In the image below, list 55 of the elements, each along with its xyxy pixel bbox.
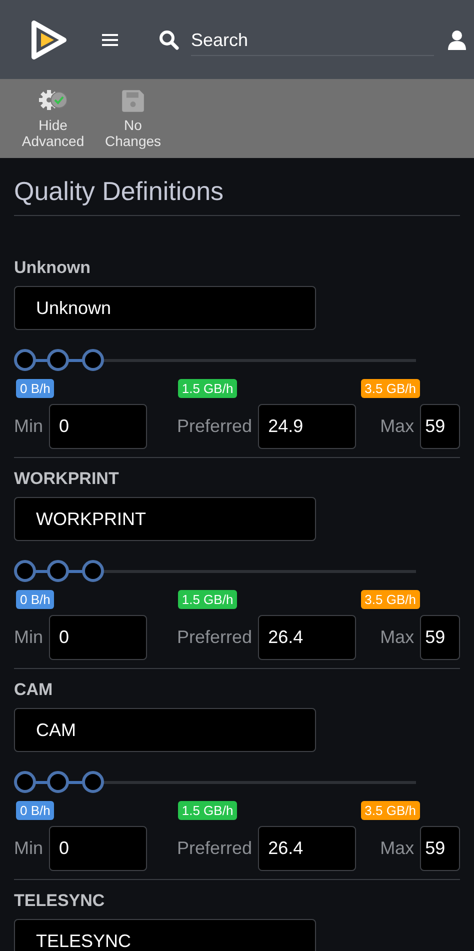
slider-thumb[interactable] (47, 771, 70, 793)
size-label: 0 B/h (16, 590, 54, 609)
slider-thumb[interactable] (14, 560, 36, 582)
min-field[interactable]: 0 (49, 404, 148, 449)
quality-name: WORKPRINT (14, 469, 120, 489)
field-label: Max (380, 627, 414, 648)
field-label: Max (380, 838, 414, 859)
slider-thumb[interactable] (47, 349, 70, 371)
advanced-button[interactable]: Hide Advanced (18, 89, 88, 149)
quality-name: CAM (14, 680, 54, 700)
min-field[interactable]: 0 (49, 615, 148, 660)
gear-check-icon[interactable] (39, 89, 67, 113)
slider-thumb[interactable] (82, 560, 104, 582)
preferred-field[interactable]: 26.4 (258, 615, 356, 660)
field-label: Min (14, 416, 44, 437)
slider-thumb[interactable] (82, 349, 104, 371)
size-label: 3.5 GB/h (360, 801, 420, 820)
min-field[interactable]: 0 (49, 826, 148, 871)
field-label: Preferred (177, 416, 252, 437)
user-icon[interactable] (448, 30, 466, 50)
field-label: Min (14, 838, 44, 859)
size-label: 3.5 GB/h (360, 379, 420, 398)
preferred-field[interactable]: 26.4 (258, 826, 356, 871)
size-label: 1.5 GB/h (178, 590, 238, 609)
slider-thumb[interactable] (14, 771, 36, 793)
range-slider-track[interactable] (14, 349, 416, 371)
title-field[interactable]: WORKPRINT (14, 497, 316, 541)
range-slider-track[interactable] (14, 771, 416, 793)
title-field[interactable]: Unknown (14, 286, 316, 330)
save-button[interactable]: No Changes (98, 89, 168, 149)
max-field[interactable]: 59 (420, 404, 460, 449)
field-label: Min (14, 627, 44, 648)
slider-thumb[interactable] (82, 771, 104, 793)
max-field[interactable]: 59 (420, 615, 460, 660)
range-slider-track[interactable] (14, 560, 416, 582)
field-label: Preferred (177, 838, 252, 859)
title-field[interactable]: CAM (14, 708, 316, 752)
size-label: 3.5 GB/h (360, 590, 420, 609)
size-label: 1.5 GB/h (178, 379, 238, 398)
size-label: 1.5 GB/h (178, 801, 238, 820)
slider-thumb[interactable] (47, 560, 70, 582)
size-label: 0 B/h (16, 801, 54, 820)
preferred-field[interactable]: 24.9 (258, 404, 356, 449)
slider-thumb[interactable] (14, 349, 36, 371)
max-field[interactable]: 59 (420, 826, 460, 871)
size-label: 0 B/h (16, 379, 54, 398)
search-field[interactable]: Search (191, 26, 434, 56)
field-label: Max (380, 416, 414, 437)
menu-icon[interactable] (102, 32, 118, 46)
field-label: Preferred (177, 627, 252, 648)
title-field[interactable]: TELESYNC (14, 919, 316, 951)
quality-name: Unknown (14, 258, 92, 278)
quality-name: TELESYNC (14, 891, 106, 911)
search-icon[interactable] (159, 30, 179, 50)
page-title: Quality Definitions (14, 158, 460, 216)
